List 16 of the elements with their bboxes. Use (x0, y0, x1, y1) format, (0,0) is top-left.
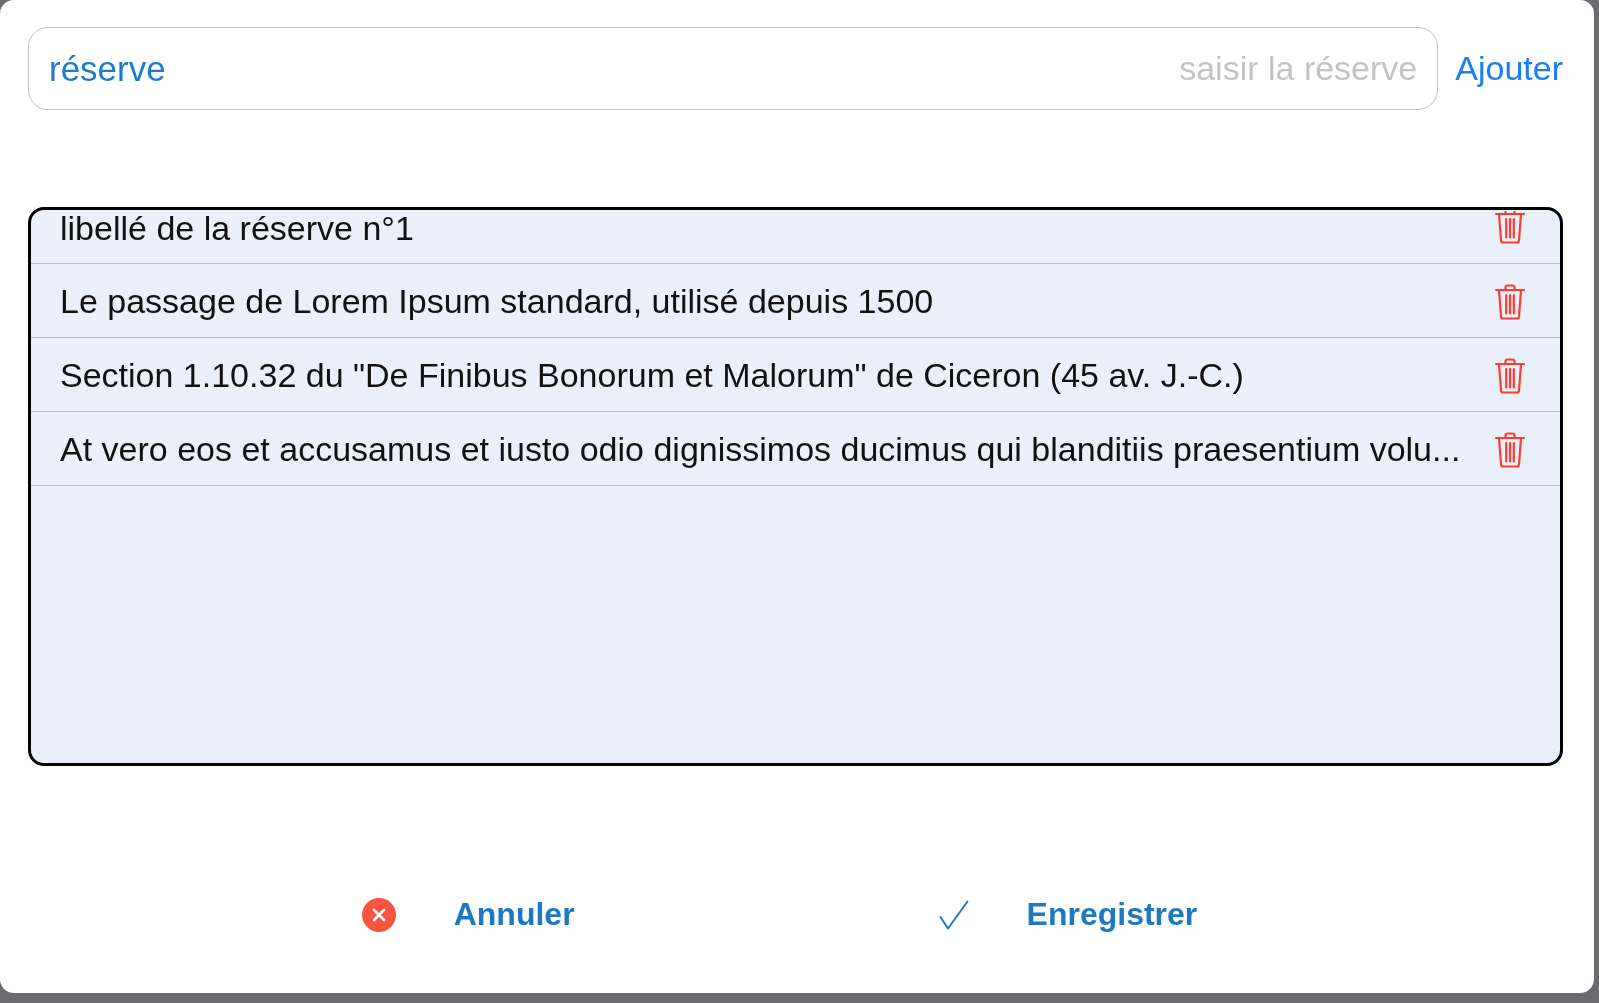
cancel-button[interactable]: Annuler (361, 896, 575, 933)
reserve-label: At vero eos et accusamus et iusto odio dignissimos ducimus qui blanditiis praesentium volu... (60, 430, 1461, 469)
reserve-label: Le passage de Lorem Ipsum standard, utilisé depuis 1500 (60, 282, 934, 321)
add-button[interactable]: Ajouter (1455, 49, 1563, 88)
reserve-label: libellé de la réserve n°1 (60, 210, 414, 247)
trash-icon[interactable] (1494, 283, 1526, 320)
close-icon (361, 897, 396, 932)
save-button[interactable]: Enregistrer (938, 896, 1198, 933)
trash-icon[interactable] (1494, 357, 1526, 394)
checkmark-icon (938, 899, 969, 930)
text-input[interactable]: saisir la réserve (185, 49, 1418, 88)
trash-icon[interactable] (1494, 431, 1526, 468)
field-label: réserve (49, 48, 166, 89)
reserve-label: Section 1.10.32 du "De Finibus Bonorum et Malorum" de Ciceron (45 av. J.-C.) (60, 356, 1244, 395)
text-field[interactable]: réserve saisir la réserve (28, 27, 1439, 110)
trash-icon[interactable] (1494, 211, 1526, 244)
